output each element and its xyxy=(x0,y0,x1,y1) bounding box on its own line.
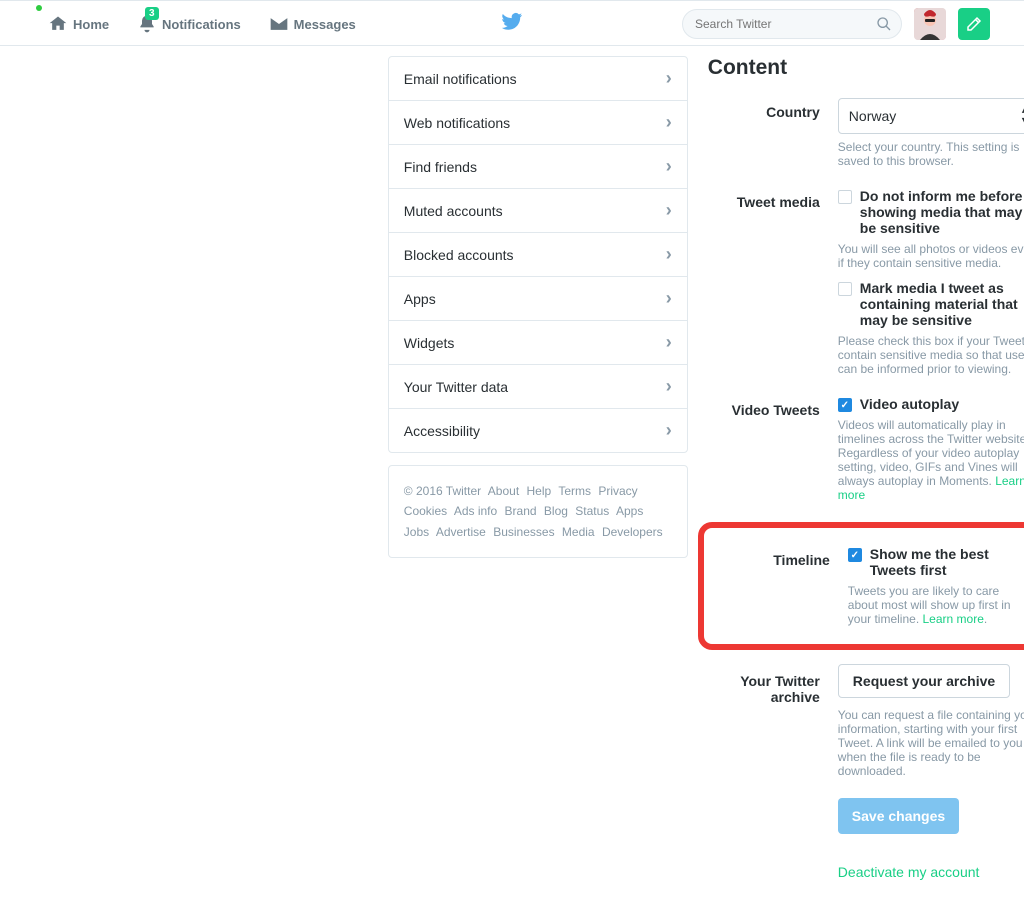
footer-links: © 2016 Twitter About Help Terms Privacy … xyxy=(388,465,688,558)
sidebar: Email notifications› Web notifications› … xyxy=(388,56,688,558)
footer-link[interactable]: About xyxy=(488,484,519,498)
country-help: Select your country. This setting is sav… xyxy=(838,140,1024,168)
chevron-right-icon: › xyxy=(666,112,672,133)
video-autoplay-checkbox[interactable] xyxy=(838,398,852,412)
sidebar-item-accessibility[interactable]: Accessibility › xyxy=(389,409,687,452)
sidebar-item-label: Find friends xyxy=(404,159,477,175)
footer-link[interactable]: Blog xyxy=(544,504,568,518)
chevron-right-icon: › xyxy=(666,420,672,441)
home-icon xyxy=(48,14,68,34)
nav-home-label: Home xyxy=(73,17,109,32)
footer-link[interactable]: Terms xyxy=(558,484,591,498)
timeline-learn-more-link[interactable]: Learn more xyxy=(923,612,984,626)
chevron-right-icon: › xyxy=(666,200,672,221)
archive-help: You can request a file containing your i… xyxy=(838,708,1024,778)
mark-sensitive-checkbox[interactable] xyxy=(838,282,852,296)
footer-link[interactable]: Privacy xyxy=(598,484,637,498)
avatar[interactable] xyxy=(914,8,946,40)
video-autoplay-label: Video autoplay xyxy=(860,396,959,412)
search-container xyxy=(682,9,902,39)
best-tweets-checkbox[interactable] xyxy=(848,548,862,562)
sidebar-item-muted-accounts[interactable]: Muted accounts › xyxy=(389,189,687,233)
video-tweets-label: Video Tweets xyxy=(708,396,838,502)
footer-link[interactable]: Developers xyxy=(602,525,663,539)
video-autoplay-help: Videos will automatically play in timeli… xyxy=(838,418,1024,502)
mark-sensitive-label: Mark media I tweet as containing materia… xyxy=(860,280,1024,328)
sidebar-item-blocked-accounts[interactable]: Blocked accounts › xyxy=(389,233,687,277)
sidebar-item-label: Blocked accounts xyxy=(404,247,514,263)
sidebar-item-email-notifications[interactable]: Email notifications › xyxy=(389,57,687,101)
chevron-right-icon: › xyxy=(666,288,672,309)
sidebar-item-twitter-data[interactable]: Your Twitter data › xyxy=(389,365,687,409)
sidebar-item-web-notifications[interactable]: Web notifications › xyxy=(389,101,687,145)
sidebar-item-find-friends[interactable]: Find friends › xyxy=(389,145,687,189)
envelope-icon xyxy=(269,14,289,34)
footer-copyright: © 2016 Twitter xyxy=(404,484,481,498)
nav-messages[interactable]: Messages xyxy=(257,1,368,47)
sidebar-item-label: Web notifications xyxy=(404,115,510,131)
archive-label: Your Twitter archive xyxy=(708,664,838,778)
chevron-right-icon: › xyxy=(666,376,672,397)
sidebar-item-label: Your Twitter data xyxy=(404,379,508,395)
sidebar-item-label: Muted accounts xyxy=(404,203,503,219)
tweet-media-label: Tweet media xyxy=(708,188,838,376)
footer-link[interactable]: Advertise xyxy=(436,525,486,539)
sidebar-item-apps[interactable]: Apps › xyxy=(389,277,687,321)
chevron-right-icon: › xyxy=(666,68,672,89)
top-nav: Home 3 Notifications Messages xyxy=(0,0,1024,46)
footer-link[interactable]: Businesses xyxy=(493,525,554,539)
sidebar-item-label: Apps xyxy=(404,291,436,307)
sidebar-item-label: Accessibility xyxy=(404,423,480,439)
compose-button[interactable] xyxy=(958,8,990,40)
search-icon[interactable] xyxy=(876,16,892,35)
sidebar-item-label: Email notifications xyxy=(404,71,517,87)
timeline-help: Tweets you are likely to care about most… xyxy=(848,584,1024,626)
footer-link[interactable]: Ads info xyxy=(454,504,497,518)
footer-link[interactable]: Media xyxy=(562,525,595,539)
footer-link[interactable]: Cookies xyxy=(404,504,447,518)
twitter-logo-icon[interactable] xyxy=(501,11,523,36)
save-changes-button[interactable]: Save changes xyxy=(838,798,959,834)
sensitive-media-checkbox[interactable] xyxy=(838,190,852,204)
mark-sensitive-help: Please check this box if your Tweets con… xyxy=(838,334,1024,376)
nav-home[interactable]: Home xyxy=(36,1,121,47)
timeline-highlight: Timeline Show me the best Tweets first T… xyxy=(698,522,1024,650)
chevron-right-icon: › xyxy=(666,244,672,265)
search-input[interactable] xyxy=(682,9,902,39)
country-label: Country xyxy=(708,98,838,168)
footer-link[interactable]: Apps xyxy=(616,504,643,518)
best-tweets-label: Show me the best Tweets first xyxy=(870,546,1024,578)
chevron-right-icon: › xyxy=(666,156,672,177)
sidebar-item-label: Widgets xyxy=(404,335,455,351)
notification-badge: 3 xyxy=(145,7,159,20)
footer-link[interactable]: Help xyxy=(527,484,552,498)
country-select[interactable]: Norway ▴▾ xyxy=(838,98,1024,134)
country-value: Norway xyxy=(849,108,896,124)
nav-notifications-label: Notifications xyxy=(162,17,241,32)
compose-icon xyxy=(965,15,983,33)
content-panel: Content Country Norway ▴▾ Select your co… xyxy=(708,56,1024,900)
sidebar-item-widgets[interactable]: Widgets › xyxy=(389,321,687,365)
nav-notifications[interactable]: 3 Notifications xyxy=(125,1,253,47)
footer-link[interactable]: Brand xyxy=(505,504,537,518)
nav-messages-label: Messages xyxy=(294,17,356,32)
sensitive-media-label: Do not inform me before showing media th… xyxy=(860,188,1024,236)
page-title: Content xyxy=(708,56,1024,80)
footer-link[interactable]: Jobs xyxy=(404,525,429,539)
timeline-label: Timeline xyxy=(718,546,848,626)
chevron-right-icon: › xyxy=(666,332,672,353)
footer-link[interactable]: Status xyxy=(575,504,609,518)
sensitive-media-help: You will see all photos or videos even i… xyxy=(838,242,1024,270)
deactivate-account-link[interactable]: Deactivate my account xyxy=(838,864,1024,880)
request-archive-button[interactable]: Request your archive xyxy=(838,664,1010,698)
